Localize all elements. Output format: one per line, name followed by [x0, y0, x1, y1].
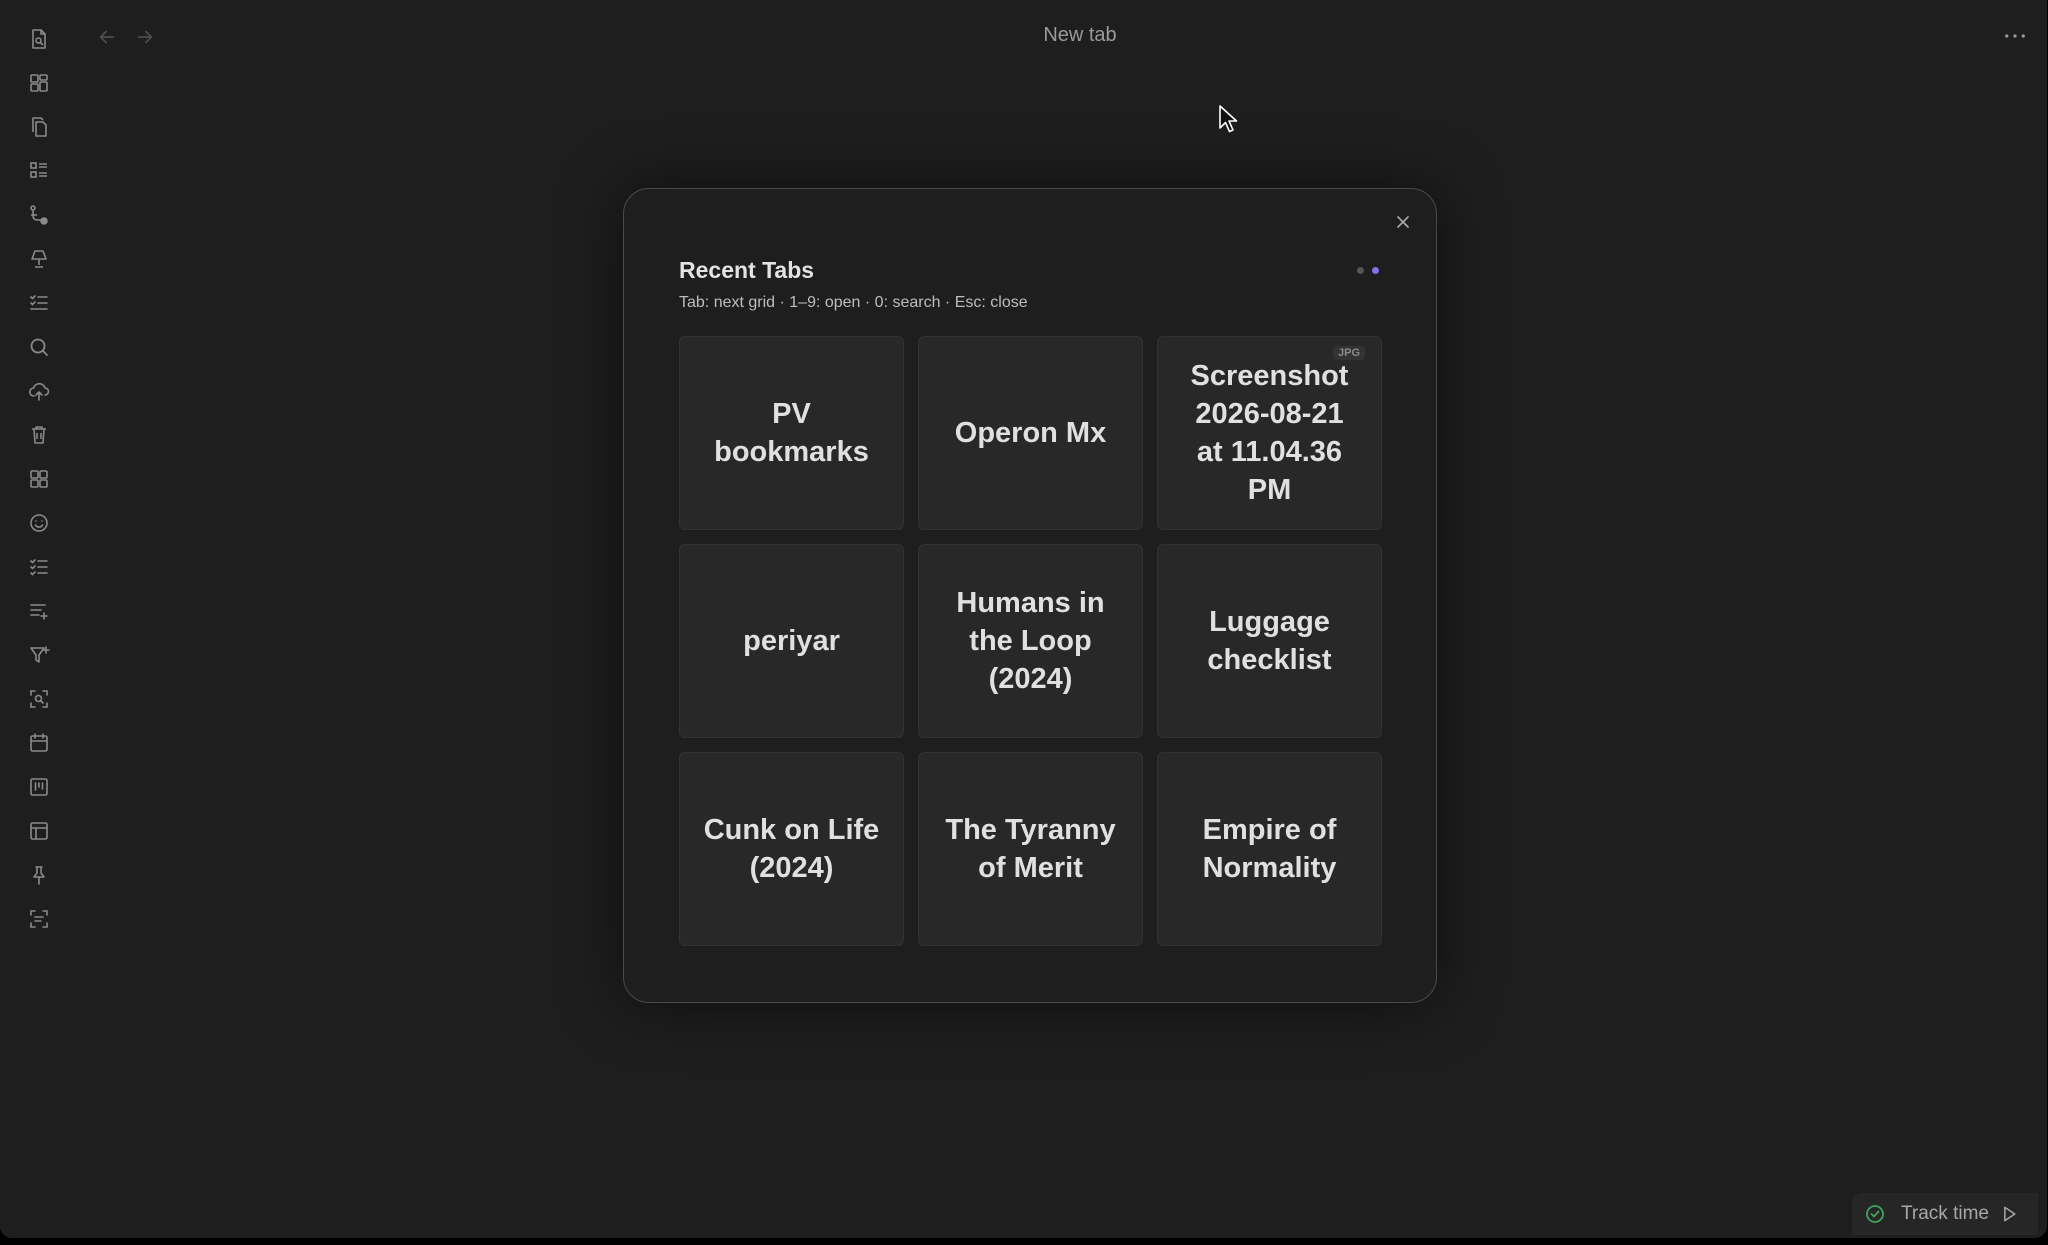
list-grid-icon[interactable]: [26, 158, 52, 184]
recent-tab-tile[interactable]: Luggage checklist: [1157, 544, 1382, 738]
apps-grid-icon[interactable]: [26, 466, 52, 492]
calendar-icon[interactable]: [26, 730, 52, 756]
play-icon[interactable]: [1999, 1204, 2019, 1224]
tile-label: Humans in the Loop (2024): [956, 587, 1105, 695]
tile-label: Screenshot 2026-08-21 at 11.04.36 PM: [1190, 360, 1349, 506]
mouse-cursor-icon: [1218, 104, 1240, 134]
arrow-left-icon[interactable]: [96, 26, 118, 48]
page-dots: [1357, 265, 1387, 275]
recent-tab-tile[interactable]: Cunk on Life (2024): [679, 752, 904, 946]
search-icon[interactable]: [26, 334, 52, 360]
recent-tab-tile[interactable]: Operon Mx: [918, 336, 1143, 530]
tab-title: New tab: [1043, 24, 1117, 46]
close-icon[interactable]: [1386, 205, 1420, 239]
smiley-icon[interactable]: [26, 510, 52, 536]
app-window: New tab Recent Tabs Tab: next grid · 1–9…: [0, 0, 2047, 1238]
tab-title-container: New tab: [0, 24, 2047, 47]
file-type-badge: JPG: [1332, 346, 1365, 360]
page-dot-active[interactable]: [1372, 266, 1379, 274]
modal-title: Recent Tabs: [679, 257, 815, 283]
checklist-icon[interactable]: [26, 290, 52, 316]
file-search-icon[interactable]: [26, 26, 52, 52]
recent-tabs-grid: PV bookmarks Operon Mx JPG Screenshot 20…: [679, 336, 1382, 946]
graph-nodes-icon[interactable]: [26, 202, 52, 228]
recent-tab-tile[interactable]: JPG Screenshot 2026-08-21 at 11.04.36 PM: [1157, 336, 1382, 530]
tile-label: Empire of Normality: [1202, 814, 1337, 884]
kanban-icon[interactable]: [26, 774, 52, 800]
page-dot-inactive[interactable]: [1357, 266, 1364, 274]
modal-hint: Tab: next grid · 1–9: open · 0: search ·…: [679, 294, 1028, 311]
tile-label: The Tyranny of Merit: [945, 814, 1116, 884]
lamp-icon[interactable]: [26, 246, 52, 272]
task-list-icon[interactable]: [26, 554, 52, 580]
scan-text-icon[interactable]: [26, 906, 52, 932]
tile-label: periyar: [743, 625, 840, 657]
table-icon[interactable]: [26, 818, 52, 844]
tile-label: Luggage checklist: [1207, 606, 1332, 676]
dashboard-icon[interactable]: [26, 70, 52, 96]
track-time-widget[interactable]: Track time: [1852, 1193, 2038, 1235]
copy-files-icon[interactable]: [26, 114, 52, 140]
tile-label: Operon Mx: [954, 417, 1107, 449]
scan-search-icon[interactable]: [26, 686, 52, 712]
track-time-label: Track time: [1901, 1203, 1989, 1224]
recent-tab-tile[interactable]: periyar: [679, 544, 904, 738]
arrow-right-icon[interactable]: [134, 26, 156, 48]
recent-tab-tile[interactable]: Humans in the Loop (2024): [918, 544, 1143, 738]
recent-tab-tile[interactable]: Empire of Normality: [1157, 752, 1382, 946]
trash-icon[interactable]: [26, 422, 52, 448]
recent-tabs-modal: Recent Tabs Tab: next grid · 1–9: open ·…: [623, 188, 1437, 1003]
pin-icon[interactable]: [26, 862, 52, 888]
more-horizontal-icon[interactable]: [1998, 24, 2032, 48]
tile-label: Cunk on Life (2024): [703, 814, 880, 884]
check-circle-icon: [1866, 1205, 1884, 1223]
recent-tab-tile[interactable]: The Tyranny of Merit: [918, 752, 1143, 946]
cloud-upload-icon[interactable]: [26, 378, 52, 404]
list-plus-icon[interactable]: [26, 598, 52, 624]
tile-label: PV bookmarks: [714, 398, 869, 468]
left-ribbon: [0, 0, 78, 1238]
filter-plus-icon[interactable]: [26, 642, 52, 668]
recent-tab-tile[interactable]: PV bookmarks: [679, 336, 904, 530]
